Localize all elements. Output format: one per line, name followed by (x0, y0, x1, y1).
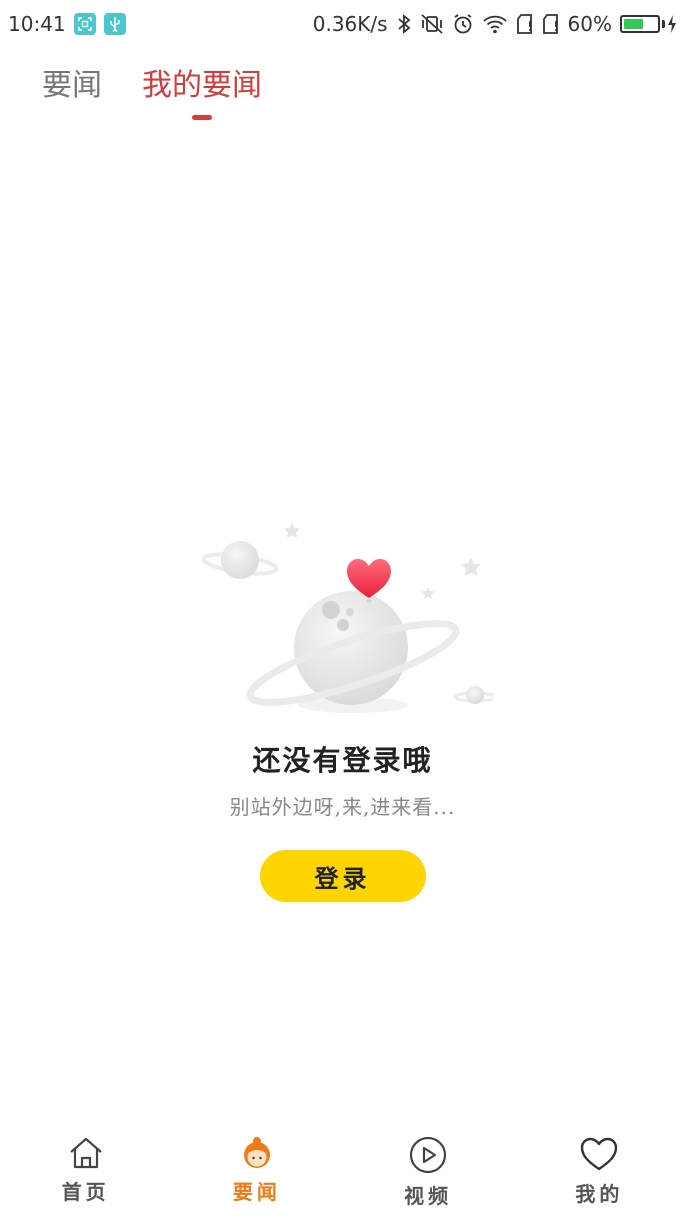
top-tabs: 要闻 我的要闻 (42, 60, 262, 124)
tab-my-news-label: 我的要闻 (142, 68, 262, 103)
alarm-icon (452, 13, 474, 35)
battery-body (620, 15, 660, 33)
tab-my-news[interactable]: 我的要闻 (142, 60, 262, 124)
battery-percent: 60% (567, 12, 612, 36)
usb-icon (103, 13, 126, 35)
battery-icon (620, 15, 677, 33)
sim1-icon (516, 13, 534, 35)
empty-state-subtitle: 别站外边呀,来,进来看... (229, 795, 456, 819)
status-left: 10:41 (8, 12, 126, 36)
empty-state: 还没有登录哦 别站外边呀,来,进来看... 登录 (0, 515, 685, 902)
nav-label-home: 首页 (61, 1180, 110, 1204)
heart-icon (581, 1137, 618, 1171)
active-tab-indicator (192, 115, 212, 120)
nav-item-video[interactable]: 视频 (368, 1136, 488, 1209)
vibrate-off-icon (420, 13, 444, 35)
battery-tip (662, 20, 665, 28)
home-icon (69, 1137, 102, 1169)
login-button[interactable]: 登录 (259, 850, 426, 902)
empty-state-title: 还没有登录哦 (252, 744, 433, 777)
nav-item-mine[interactable]: 我的 (539, 1136, 659, 1207)
charging-bolt-icon (668, 15, 676, 33)
status-right: 0.36K/s 60% (313, 12, 677, 36)
battery-fill (624, 19, 644, 29)
wifi-icon (482, 13, 508, 35)
avatar-girl-icon (243, 1137, 270, 1168)
tab-news[interactable]: 要闻 (42, 60, 102, 124)
nav-label-video: 视频 (404, 1184, 453, 1208)
bluetooth-icon (396, 13, 412, 35)
net-speed: 0.36K/s (312, 12, 388, 36)
planet-heart-illustration (200, 523, 493, 713)
nav-label-news: 要闻 (232, 1180, 281, 1204)
sim2-icon (542, 13, 560, 35)
nav-label-mine: 我的 (575, 1182, 624, 1206)
status-bar: 10:41 0.36K/s 60% (0, 0, 685, 48)
tab-news-label: 要闻 (42, 68, 102, 103)
nav-item-news[interactable]: 要闻 (197, 1136, 317, 1205)
bottom-nav: 首页 要闻 视频 我的 (0, 1128, 685, 1218)
clock: 10:41 (8, 12, 66, 36)
screenshot-icon (73, 13, 96, 35)
play-icon (410, 1136, 447, 1174)
nav-item-home[interactable]: 首页 (26, 1136, 146, 1205)
